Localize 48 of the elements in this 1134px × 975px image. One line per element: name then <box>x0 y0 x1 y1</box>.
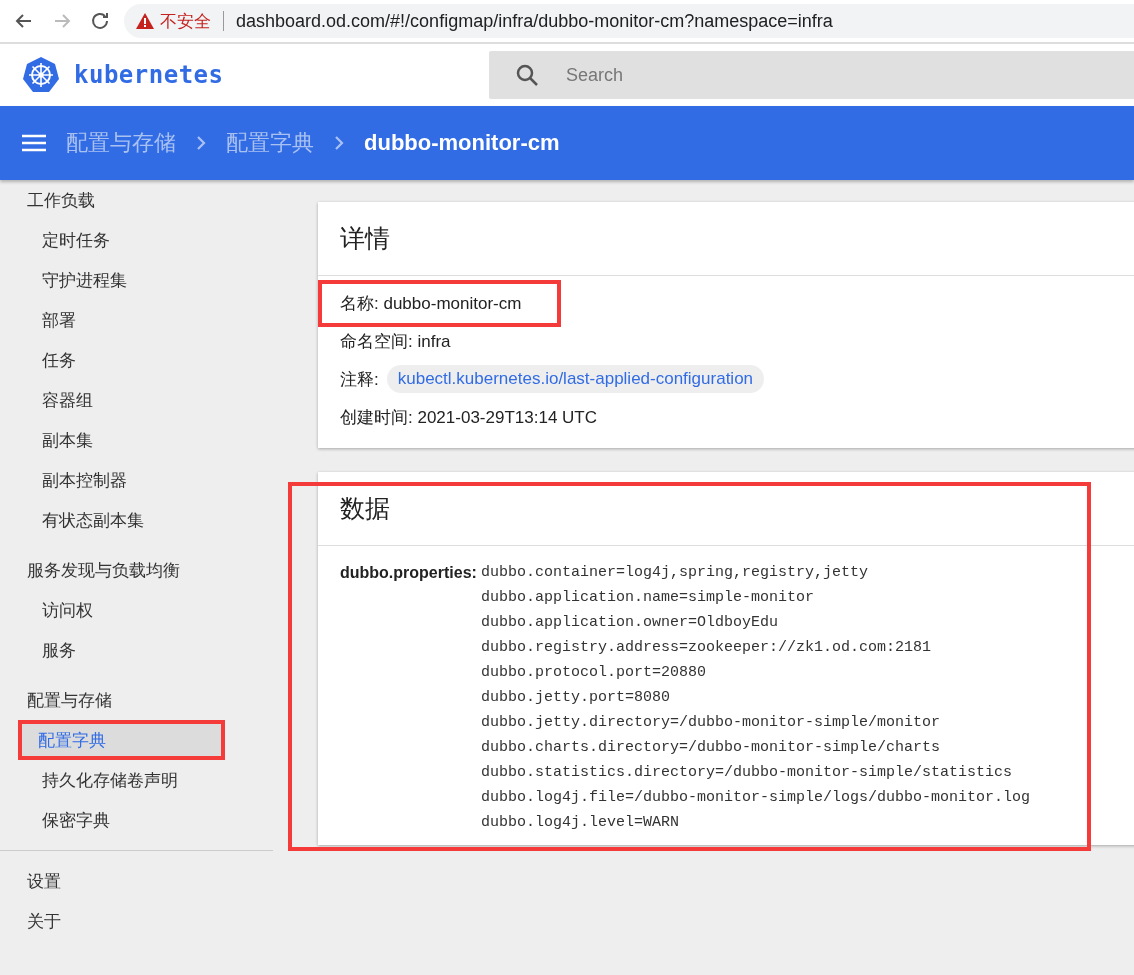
chevron-icon <box>196 135 206 151</box>
sidebar-item[interactable]: 容器组 <box>0 380 273 420</box>
data-value-line: dubbo.application.owner=OldboyEdu <box>480 613 779 633</box>
search-icon <box>515 63 539 87</box>
sidebar-item[interactable]: 副本集 <box>0 420 273 460</box>
data-value-line: dubbo.log4j.file=/dubbo-monitor-simple/logs/dubbo-monitor.log <box>480 788 1030 808</box>
sidebar-item[interactable]: 设置 <box>0 861 273 901</box>
sidebar-item[interactable]: 配置与存储 <box>0 680 273 720</box>
card-title: 详情 <box>318 202 1134 276</box>
sidebar-item[interactable]: 配置字典 <box>18 720 225 760</box>
chevron-icon <box>334 135 344 151</box>
address-bar[interactable]: 不安全 dashboard.od.com/#!/configmap/infra/dubbo-monitor-cm?namespace=infra <box>124 4 1134 38</box>
data-value-line: dubbo.protocol.port=20880 <box>480 663 707 683</box>
detail-field: 名称: dubbo-monitor-cm <box>318 279 562 327</box>
data-value-line: dubbo.statistics.directory=/dubbo-monitor-simple/statistics <box>480 763 1013 783</box>
sidebar-item[interactable]: 副本控制器 <box>0 460 273 500</box>
data-value-line: dubbo.application.name=simple-monitor <box>480 588 815 608</box>
security-label: 不安全 <box>160 10 211 33</box>
sidebar-item[interactable]: 持久化存储卷声明 <box>0 760 273 800</box>
helm-wheel-logo-icon <box>22 56 60 94</box>
data-value-line: dubbo.container=log4j,spring,registry,jetty <box>480 563 869 583</box>
sidebar-item[interactable]: 访问权 <box>0 590 273 630</box>
sidebar-item[interactable]: 服务 <box>0 630 273 670</box>
menu-icon[interactable] <box>22 134 46 152</box>
data-value-line: dubbo.jetty.directory=/dubbo-monitor-simple/monitor <box>480 713 941 733</box>
data-key: dubbo.properties: <box>340 560 477 835</box>
sidebar-item[interactable]: 守护进程集 <box>0 260 273 300</box>
data-value-line: dubbo.jetty.port=8080 <box>480 688 671 708</box>
search-field[interactable]: Search <box>489 51 1134 99</box>
sidebar-item[interactable]: 部署 <box>0 300 273 340</box>
sidebar-item[interactable]: 服务发现与负载均衡 <box>0 550 273 590</box>
data-value-line: dubbo.charts.directory=/dubbo-monitor-simple/charts <box>480 738 941 758</box>
card-title: 数据 <box>318 472 1134 546</box>
warning-icon <box>136 13 154 29</box>
sidebar-item[interactable]: 定时任务 <box>0 220 273 260</box>
data-value-line: dubbo.registry.address=zookeeper://zk1.od.com:2181 <box>480 638 932 658</box>
field-label: 注释: <box>340 368 379 391</box>
sidebar-item[interactable]: 关于 <box>0 901 273 941</box>
breadcrumb-link[interactable]: dubbo-monitor-cm <box>364 130 560 156</box>
data-value-line: dubbo.log4j.level=WARN <box>480 813 680 833</box>
sidebar-item[interactable]: 有状态副本集 <box>0 500 273 540</box>
sidebar-item[interactable]: 任务 <box>0 340 273 380</box>
logo-text: kubernetes <box>74 61 224 89</box>
url-text: dashboard.od.com/#!/configmap/infra/dubbo-monitor-cm?namespace=infra <box>236 10 833 32</box>
detail-field: 创建时间: 2021-03-29T13:14 UTC <box>318 393 637 441</box>
sidebar-item[interactable]: 保密字典 <box>0 800 273 840</box>
sidebar-item[interactable]: 工作负载 <box>0 180 273 220</box>
annotation-chip[interactable]: kubectl.kubernetes.io/last-applied-configuration <box>386 365 765 393</box>
